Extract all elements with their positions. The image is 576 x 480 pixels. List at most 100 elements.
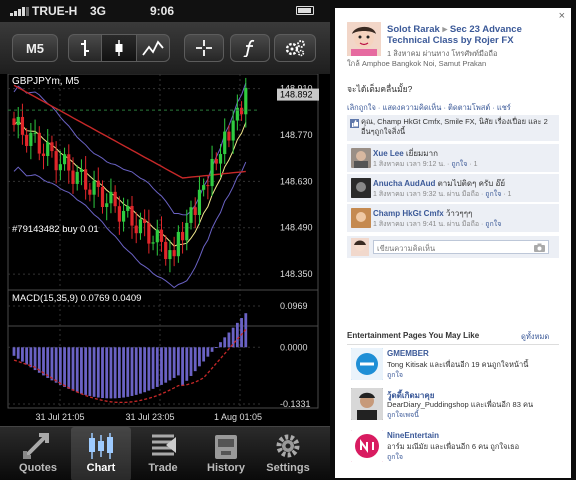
tab-trade-label: Trade [148, 462, 178, 474]
author-name[interactable]: Solot Rarak [387, 24, 440, 35]
order-label: #79143482 buy 0.01 [12, 224, 99, 235]
page-like-link[interactable]: ถูกใจ [387, 452, 403, 463]
page-like-link[interactable]: ถูกใจเพจนี้ [387, 410, 419, 421]
macd-histogram-bar [240, 318, 243, 348]
comment-text: ตามไปติดๆ ครับ อ๊ย์ [437, 179, 506, 188]
candle-body [54, 151, 58, 171]
timeframe-button[interactable]: M5 [12, 34, 58, 62]
clock: 9:06 [150, 4, 175, 18]
comment-item: Anucha AudAud ตามไปติดๆ ครับ อ๊ย์ 1 สิงห… [347, 174, 559, 202]
current-price-label: 148.892 [280, 90, 313, 100]
candle-body [84, 169, 88, 190]
macd-histogram-bar [58, 347, 62, 385]
comment-like-link[interactable]: ถูกใจ [485, 191, 501, 198]
macd-histogram-bar [71, 347, 75, 391]
page-name[interactable]: NineEntertain [387, 431, 439, 440]
page-suggestion: NineEntertain อาร์ม มณีมัย และเพื่อนอีก … [347, 430, 559, 466]
likes-summary: คุณ, Champ HkGt Cmfx, Smile FX, นิสัย เร… [347, 115, 559, 141]
close-icon[interactable]: × [559, 10, 565, 22]
line-chart-button[interactable] [136, 34, 170, 62]
chart-area[interactable]: GBPJPYm, M5 #79143482 buy 0.01 MACD(15,3… [0, 73, 330, 426]
see-all-link[interactable]: ดูทั้งหมด [521, 331, 549, 343]
commenter-name-link[interactable]: Xue Lee [373, 149, 404, 158]
candle-body [193, 207, 197, 216]
commenter-name-link[interactable]: Anucha AudAud [373, 179, 435, 188]
post-location[interactable]: ใกล้ Amphoe Bangkok Noi, Samut Prakan [347, 58, 486, 70]
candle-body [227, 131, 231, 141]
candle-body [130, 205, 134, 226]
candle-body [239, 107, 244, 115]
tab-chart[interactable]: Chart [71, 427, 131, 480]
page-name[interactable]: GMEMBER [387, 349, 429, 358]
comment-like-link[interactable]: ถูกใจ [451, 161, 467, 168]
entertainment-heading: Entertainment Pages You May Like [347, 331, 480, 340]
macd-histogram-bar [130, 347, 134, 396]
tab-settings[interactable]: Settings [258, 427, 318, 480]
price-axis: 148.910148.770148.630148.490148.350148.8… [277, 84, 319, 279]
time-label: 31 Jul 23:05 [125, 412, 174, 422]
macd-histogram-bar [67, 347, 71, 389]
candle-body [214, 158, 218, 164]
macd-histogram-bar [198, 347, 201, 367]
history-box-icon [215, 435, 237, 459]
page-description: อาร์ม มณีมัย และเพื่อนอีก 6 คน ถูกใจเธอ [387, 442, 520, 451]
chart-settings-button[interactable] [274, 34, 316, 62]
post-header: Solot Rarak ▸ Sec 23 Advance Technical C… [387, 24, 567, 46]
timeframe-label: M5 [25, 40, 45, 56]
commenter-name-link[interactable]: Champ HkGt Cmfx [373, 209, 444, 218]
commenter-avatar[interactable] [351, 178, 371, 198]
candle-body [126, 205, 130, 211]
comment-meta: 1 สิงหาคม เวลา 9:12 น. · ถูกใจ · 1 [373, 161, 478, 168]
macd-histogram-bar [75, 347, 79, 393]
page-avatar[interactable] [351, 348, 383, 380]
bar-chart-button[interactable] [68, 34, 102, 62]
tab-settings-label: Settings [266, 462, 310, 474]
crosshair-button[interactable] [184, 34, 224, 62]
candle-body [206, 185, 210, 187]
tab-history[interactable]: History [196, 427, 256, 480]
tab-chart-label: Chart [86, 462, 116, 474]
comment-like-link[interactable]: ถูกใจ [485, 221, 501, 228]
candle-body [189, 207, 193, 223]
comment-item: Xue Lee เยี่ยมมาก 1 สิงหาคม เวลา 9:12 น.… [347, 144, 559, 172]
time-axis: 31 Jul 21:05 31 Jul 23:05 1 Aug 01:05 [35, 412, 262, 422]
line-chart-icon [142, 40, 164, 56]
candle-body [50, 142, 54, 152]
candle-body [46, 142, 50, 157]
macd-tick-label: 0.0000 [280, 342, 308, 352]
comment-placeholder: เขียนความคิดเห็น [377, 244, 436, 253]
author-avatar[interactable] [347, 22, 381, 56]
tab-quotes-label: Quotes [19, 462, 57, 474]
post-actions[interactable]: เลิกถูกใจ · แสดงความคิดเห็น · ติดตามโพสต… [347, 102, 511, 114]
page-avatar[interactable] [351, 388, 383, 420]
candle-body [16, 116, 20, 126]
status-bar: TRUE-H 3G 9:06 [0, 0, 330, 22]
page-avatar[interactable] [351, 430, 383, 462]
macd-histogram-bar [206, 347, 210, 357]
commenter-avatar[interactable] [351, 208, 371, 228]
macd-histogram-bar [164, 347, 168, 383]
comment-time: 1 สิงหาคม เวลา 9:12 น. · [373, 161, 452, 168]
price-chart-canvas[interactable]: GBPJPYm, M5 #79143482 buy 0.01 MACD(15,3… [0, 73, 330, 426]
candle-body [37, 132, 41, 154]
candle-body [151, 242, 155, 244]
candle-body [88, 189, 92, 195]
candle-body [79, 169, 84, 172]
network-type: 3G [90, 4, 107, 18]
candle-body [75, 171, 79, 184]
thumbs-up-icon [350, 119, 359, 128]
candle-body [71, 170, 75, 184]
camera-icon[interactable] [534, 243, 545, 252]
page-like-link[interactable]: ถูกใจ [387, 370, 403, 381]
macd-histogram-bar [16, 347, 20, 359]
comment-input[interactable]: เขียนความคิดเห็น [373, 240, 549, 254]
commenter-avatar[interactable] [351, 148, 371, 168]
candle-chart-button[interactable] [101, 34, 137, 62]
candle-body [138, 219, 143, 234]
macd-histogram-bar [84, 347, 88, 395]
tab-trade[interactable]: Trade [133, 427, 193, 480]
comment-like-count: 1 [507, 191, 512, 198]
tab-quotes[interactable]: Quotes [8, 427, 68, 480]
battery-icon [296, 6, 314, 15]
indicators-button[interactable] [230, 34, 270, 62]
